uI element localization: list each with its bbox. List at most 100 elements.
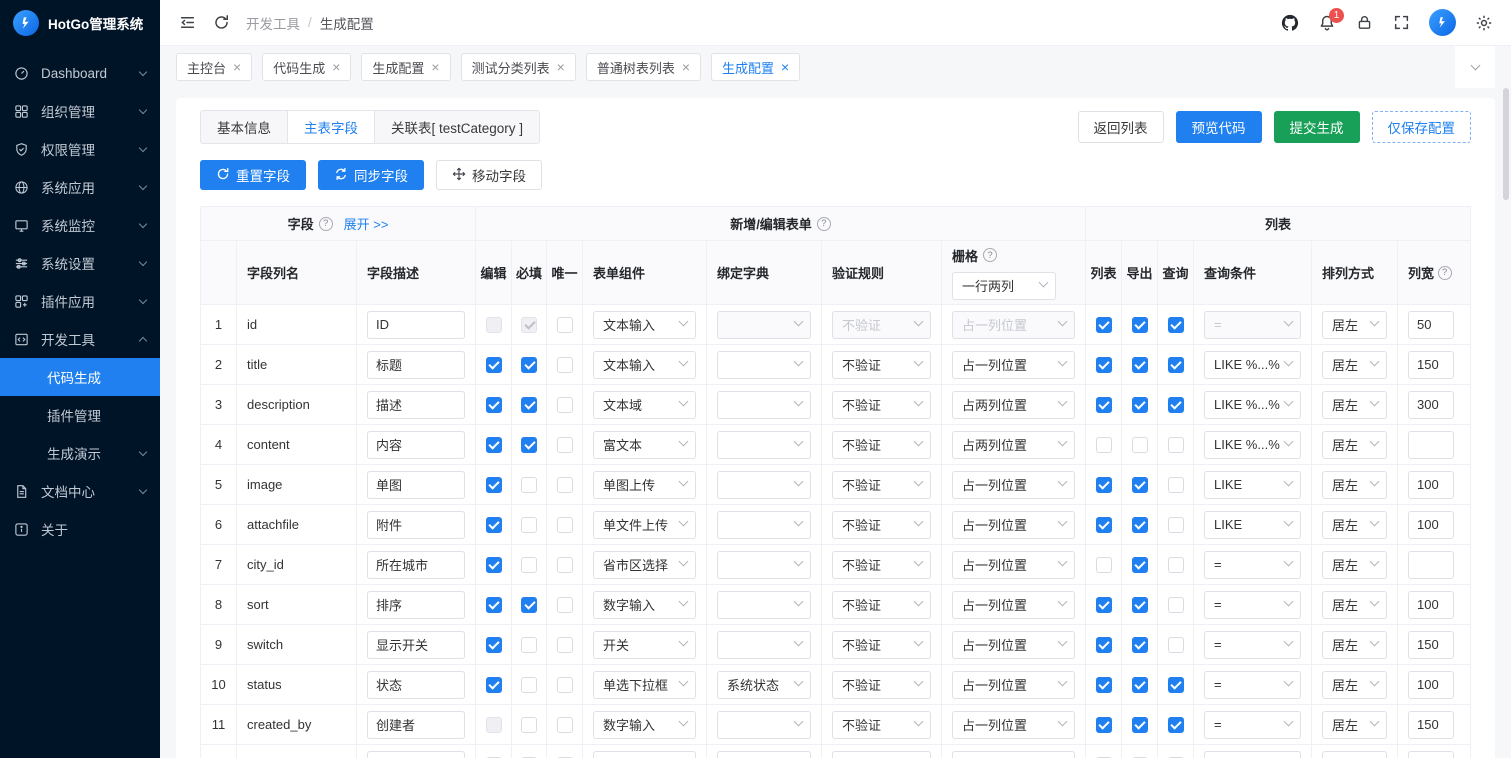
lock-icon[interactable] xyxy=(1355,14,1373,32)
component-select[interactable]: 富文本 xyxy=(593,431,696,459)
unique-checkbox[interactable] xyxy=(557,397,573,413)
export-checkbox[interactable] xyxy=(1132,477,1148,493)
edit-checkbox[interactable] xyxy=(486,517,502,533)
grid-span-select[interactable]: 一行两列 xyxy=(952,272,1056,300)
edit-checkbox[interactable] xyxy=(486,677,502,693)
align-select[interactable]: 居左 xyxy=(1322,391,1387,419)
export-checkbox[interactable] xyxy=(1132,517,1148,533)
export-checkbox[interactable] xyxy=(1132,357,1148,373)
condition-select[interactable]: LIKE %...% xyxy=(1204,351,1301,379)
align-select[interactable]: 居左 xyxy=(1322,631,1387,659)
export-checkbox[interactable] xyxy=(1132,637,1148,653)
validation-select[interactable]: 不验证 xyxy=(832,671,931,699)
grid-select[interactable] xyxy=(952,751,1075,758)
required-checkbox[interactable] xyxy=(521,357,537,373)
validation-select[interactable]: 不验证 xyxy=(832,711,931,739)
grid-select[interactable]: 占一列位置 xyxy=(952,311,1075,339)
scrollbar-thumb[interactable] xyxy=(1503,88,1509,200)
edit-checkbox[interactable] xyxy=(486,637,502,653)
sidebar-item-generate-demo[interactable]: 生成演示 xyxy=(0,434,160,472)
edit-checkbox[interactable] xyxy=(486,357,502,373)
required-checkbox[interactable] xyxy=(521,477,537,493)
field-desc-input[interactable] xyxy=(367,511,465,539)
sidebar-item-doc-center[interactable]: 文档中心 xyxy=(0,472,160,510)
component-select[interactable]: 数字输入 xyxy=(593,591,696,619)
grid-select[interactable]: 占两列位置 xyxy=(952,431,1075,459)
list-checkbox[interactable] xyxy=(1096,637,1112,653)
field-desc-input[interactable] xyxy=(367,431,465,459)
required-checkbox[interactable] xyxy=(521,717,537,733)
list-checkbox[interactable] xyxy=(1096,437,1112,453)
component-select[interactable]: 省市区选择 xyxy=(593,551,696,579)
export-checkbox[interactable] xyxy=(1132,397,1148,413)
export-checkbox[interactable] xyxy=(1132,677,1148,693)
unique-checkbox[interactable] xyxy=(557,357,573,373)
required-checkbox[interactable] xyxy=(521,597,537,613)
unique-checkbox[interactable] xyxy=(557,637,573,653)
dict-select[interactable] xyxy=(717,431,811,459)
required-checkbox[interactable] xyxy=(521,677,537,693)
page-tab-active[interactable]: 生成配置× xyxy=(711,53,800,81)
component-select[interactable]: 单选下拉框 xyxy=(593,671,696,699)
list-checkbox[interactable] xyxy=(1096,517,1112,533)
query-checkbox[interactable] xyxy=(1168,477,1184,493)
field-desc-input[interactable] xyxy=(367,471,465,499)
query-checkbox[interactable] xyxy=(1168,437,1184,453)
required-checkbox[interactable] xyxy=(521,317,537,333)
breadcrumb-section[interactable]: 开发工具 xyxy=(246,13,300,33)
component-select[interactable] xyxy=(593,751,696,758)
edit-checkbox[interactable] xyxy=(486,317,502,333)
user-avatar[interactable] xyxy=(1429,9,1456,36)
width-input[interactable] xyxy=(1408,431,1454,459)
condition-select[interactable]: = xyxy=(1204,671,1301,699)
grid-select[interactable]: 占一列位置 xyxy=(952,671,1075,699)
github-icon[interactable] xyxy=(1281,14,1299,32)
dict-select[interactable] xyxy=(717,591,811,619)
grid-select[interactable]: 占一列位置 xyxy=(952,351,1075,379)
dict-select[interactable] xyxy=(717,351,811,379)
width-input[interactable] xyxy=(1408,391,1454,419)
unique-checkbox[interactable] xyxy=(557,557,573,573)
dict-select[interactable]: 系统状态 xyxy=(717,671,811,699)
validation-select[interactable]: 不验证 xyxy=(832,511,931,539)
close-icon[interactable]: × xyxy=(431,60,439,74)
width-input[interactable] xyxy=(1408,351,1454,379)
required-checkbox[interactable] xyxy=(521,637,537,653)
query-checkbox[interactable] xyxy=(1168,597,1184,613)
grid-select[interactable]: 占一列位置 xyxy=(952,511,1075,539)
width-input[interactable] xyxy=(1408,471,1454,499)
width-input[interactable] xyxy=(1408,551,1454,579)
tab-relation-table[interactable]: 关联表[ testCategory ] xyxy=(374,110,540,144)
validation-select[interactable]: 不验证 xyxy=(832,351,931,379)
validation-select[interactable]: 不验证 xyxy=(832,551,931,579)
dict-select[interactable] xyxy=(717,631,811,659)
validation-select[interactable]: 不验证 xyxy=(832,631,931,659)
field-desc-input[interactable] xyxy=(367,351,465,379)
align-select[interactable]: 居左 xyxy=(1322,351,1387,379)
page-tab[interactable]: 主控台× xyxy=(176,53,252,81)
query-checkbox[interactable] xyxy=(1168,637,1184,653)
width-input[interactable] xyxy=(1408,311,1454,339)
expand-link[interactable]: 展开 >> xyxy=(344,214,389,233)
fullscreen-icon[interactable] xyxy=(1392,14,1410,32)
unique-checkbox[interactable] xyxy=(557,677,573,693)
query-checkbox[interactable] xyxy=(1168,717,1184,733)
sidebar-item-permission[interactable]: 权限管理 xyxy=(0,130,160,168)
align-select[interactable]: 居左 xyxy=(1322,511,1387,539)
required-checkbox[interactable] xyxy=(521,557,537,573)
align-select[interactable]: 居左 xyxy=(1322,311,1387,339)
component-select[interactable]: 文本域 xyxy=(593,391,696,419)
list-checkbox[interactable] xyxy=(1096,717,1112,733)
width-input[interactable] xyxy=(1408,711,1454,739)
condition-select[interactable]: LIKE %...% xyxy=(1204,431,1301,459)
edit-checkbox[interactable] xyxy=(486,557,502,573)
field-desc-input[interactable] xyxy=(367,391,465,419)
export-checkbox[interactable] xyxy=(1132,597,1148,613)
unique-checkbox[interactable] xyxy=(557,517,573,533)
component-select[interactable]: 单图上传 xyxy=(593,471,696,499)
list-checkbox[interactable] xyxy=(1096,677,1112,693)
sync-fields-button[interactable]: 同步字段 xyxy=(318,160,424,190)
export-checkbox[interactable] xyxy=(1132,557,1148,573)
field-desc-input[interactable] xyxy=(367,591,465,619)
move-fields-button[interactable]: 移动字段 xyxy=(436,160,542,190)
